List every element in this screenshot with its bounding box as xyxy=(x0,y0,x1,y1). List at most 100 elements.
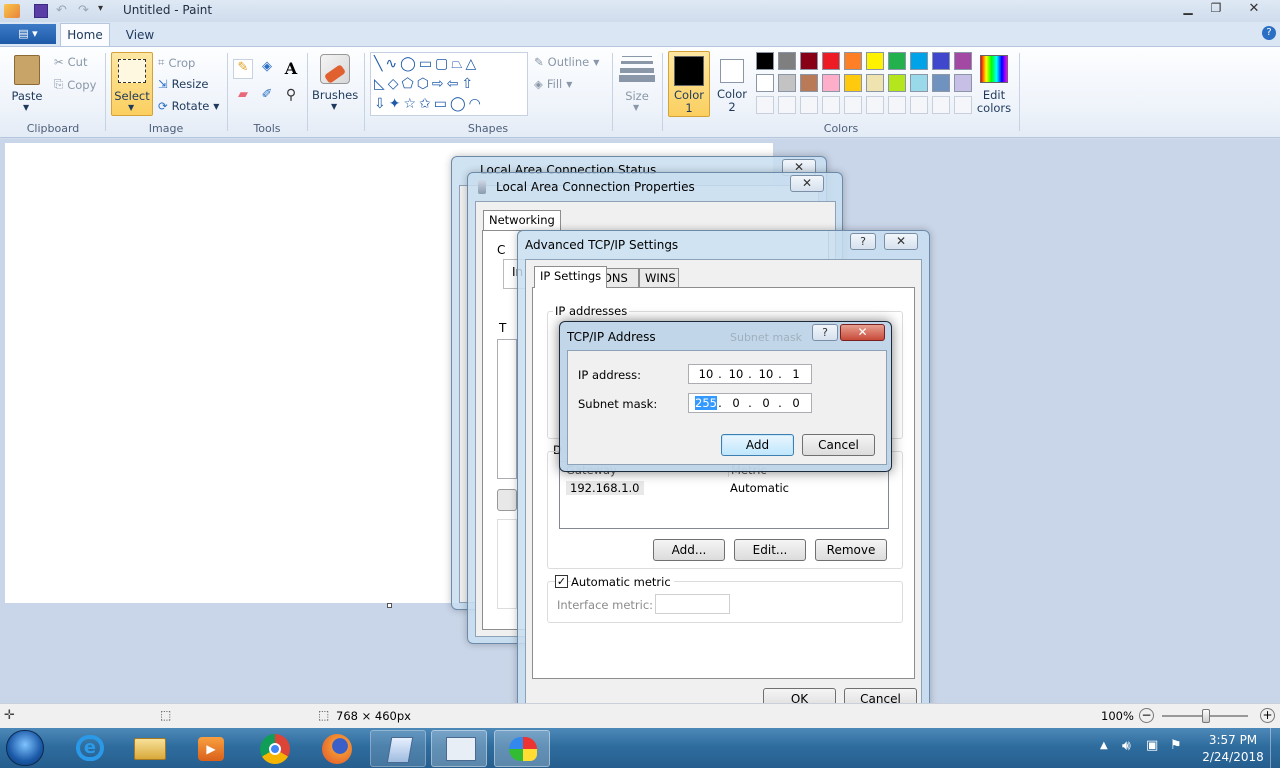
color-swatch[interactable] xyxy=(778,96,796,114)
advanced-help-button[interactable]: ? xyxy=(850,233,876,250)
color1-button[interactable]: Color 1 xyxy=(668,51,710,117)
firefox-icon[interactable] xyxy=(308,730,364,767)
color-swatch[interactable] xyxy=(954,52,972,70)
outline-button[interactable]: ✎ Outline ▼ xyxy=(534,55,599,69)
color-swatch[interactable] xyxy=(910,96,928,114)
color-swatch[interactable] xyxy=(822,96,840,114)
color-swatch[interactable] xyxy=(866,52,884,70)
paint-taskbar-icon[interactable] xyxy=(494,730,550,767)
show-desktop-button[interactable] xyxy=(1270,728,1280,768)
zoom-slider-thumb[interactable] xyxy=(1202,709,1210,723)
color-swatch[interactable] xyxy=(844,52,862,70)
color-swatch[interactable] xyxy=(800,74,818,92)
network-settings-taskbar-icon[interactable] xyxy=(431,730,487,767)
color2-button[interactable]: Color 2 xyxy=(712,51,752,117)
magnifier-icon[interactable]: ⚲ xyxy=(281,87,301,107)
table-row[interactable]: 192.168.1.0 Automatic xyxy=(562,479,886,497)
tab-wins[interactable]: WINS xyxy=(639,268,679,288)
color-swatch[interactable] xyxy=(866,74,884,92)
color-swatch[interactable] xyxy=(888,52,906,70)
help-icon[interactable]: ? xyxy=(1262,26,1276,40)
color-swatch[interactable] xyxy=(822,52,840,70)
color-swatch[interactable] xyxy=(932,52,950,70)
network-tray-icon[interactable]: ▣ xyxy=(1146,738,1158,753)
close-button[interactable]: ✕ xyxy=(1231,1,1277,19)
size-button[interactable]: Size ▼ xyxy=(618,53,656,115)
tcpip-help-button[interactable]: ? xyxy=(812,324,838,341)
tab-view[interactable]: View xyxy=(118,25,162,45)
show-hidden-icons[interactable]: ▲ xyxy=(1100,740,1108,751)
properties-close-button[interactable]: ✕ xyxy=(790,175,824,192)
tab-networking[interactable]: Networking xyxy=(483,210,561,231)
text-icon[interactable]: A xyxy=(281,59,301,79)
cut-button[interactable]: ✂ Cut xyxy=(54,55,87,69)
automatic-metric-checkbox[interactable]: ✓ xyxy=(555,575,568,588)
color-swatch[interactable] xyxy=(778,52,796,70)
edit-gateway-button[interactable]: Edit... xyxy=(734,539,806,561)
undo-icon[interactable]: ↶ xyxy=(56,3,67,18)
rotate-button[interactable]: ⟳ Rotate ▼ xyxy=(158,99,219,113)
color-swatch[interactable] xyxy=(756,74,774,92)
edit-colors-button[interactable]: Edit colors xyxy=(976,53,1012,115)
zoom-out-button[interactable]: − xyxy=(1139,708,1154,723)
shapes-gallery[interactable]: ╲∿◯▭▢⏢△ ◺◇⬠⬡⇨⇦⇧ ⇩✦☆✩▭◯◠ xyxy=(370,52,528,116)
tab-ip-settings[interactable]: IP Settings xyxy=(534,266,608,288)
interface-metric-field[interactable] xyxy=(655,594,730,614)
clock-time[interactable]: 3:57 PM xyxy=(1203,733,1263,747)
color-swatch[interactable] xyxy=(910,52,928,70)
color-picker-icon[interactable]: ✐ xyxy=(257,87,277,107)
color-swatch[interactable] xyxy=(778,74,796,92)
fill-button[interactable]: ◈ Fill ▼ xyxy=(534,77,572,91)
action-center-icon[interactable]: ⚑ xyxy=(1170,738,1182,753)
color-swatch[interactable] xyxy=(844,96,862,114)
remove-gateway-button[interactable]: Remove xyxy=(815,539,887,561)
color-swatch[interactable] xyxy=(888,96,906,114)
color-swatch[interactable] xyxy=(822,74,840,92)
file-explorer-icon[interactable] xyxy=(122,730,178,767)
notepad-taskbar-icon[interactable] xyxy=(370,730,426,767)
color-swatch[interactable] xyxy=(756,52,774,70)
crop-button[interactable]: ⌗ Crop xyxy=(158,55,195,70)
fill-bucket-icon[interactable]: ◈ xyxy=(257,59,277,79)
color-swatch[interactable] xyxy=(800,52,818,70)
pencil-icon[interactable]: ✎ xyxy=(233,59,253,79)
color-swatch[interactable] xyxy=(888,74,906,92)
clock-date[interactable]: 2/24/2018 xyxy=(1198,750,1268,764)
maximize-button[interactable]: ❐ xyxy=(1203,1,1229,19)
tcpip-cancel-button[interactable]: Cancel xyxy=(802,434,875,456)
volume-icon[interactable]: 🔊︎ xyxy=(1122,738,1131,754)
tab-home[interactable]: Home xyxy=(60,23,110,46)
zoom-in-button[interactable]: + xyxy=(1260,708,1275,723)
ip-address-field[interactable]: 10 . 10 . 10 . 1 xyxy=(688,364,812,384)
tcpip-close-button[interactable]: ✕ xyxy=(840,324,885,341)
tcpip-add-button[interactable]: Add xyxy=(721,434,794,456)
copy-button[interactable]: ⎘ Copy xyxy=(54,77,96,92)
brushes-button[interactable]: Brushes ▼ xyxy=(312,52,358,116)
advanced-close-button[interactable]: ✕ xyxy=(884,233,918,250)
file-menu-button[interactable]: ▤ ▾ xyxy=(0,24,56,44)
paint-app-icon[interactable] xyxy=(4,4,20,18)
color-swatch[interactable] xyxy=(954,96,972,114)
color-swatch[interactable] xyxy=(866,96,884,114)
color-swatch[interactable] xyxy=(800,96,818,114)
save-icon[interactable] xyxy=(34,4,48,18)
select-button[interactable]: Select ▼ xyxy=(111,52,153,116)
quick-access-dropdown-icon[interactable]: ▾ xyxy=(98,3,103,14)
minimize-button[interactable]: ▁ xyxy=(1175,1,1201,19)
color-swatch[interactable] xyxy=(932,96,950,114)
chrome-icon[interactable] xyxy=(246,730,302,767)
color-swatch[interactable] xyxy=(954,74,972,92)
color-swatch[interactable] xyxy=(756,96,774,114)
color-swatch[interactable] xyxy=(932,74,950,92)
canvas-resize-handle[interactable] xyxy=(387,603,392,608)
media-player-icon[interactable]: ▶ xyxy=(182,730,238,767)
redo-icon[interactable]: ↷ xyxy=(78,3,89,18)
color-swatch[interactable] xyxy=(844,74,862,92)
internet-explorer-icon[interactable]: e xyxy=(62,730,118,767)
subnet-mask-field[interactable]: 255 . 0 . 0 . 0 xyxy=(688,393,812,413)
add-gateway-button[interactable]: Add... xyxy=(653,539,725,561)
start-button[interactable] xyxy=(6,730,44,766)
resize-button[interactable]: ⇲ Resize xyxy=(158,77,209,91)
color-swatch[interactable] xyxy=(910,74,928,92)
paste-button[interactable]: Paste ▼ xyxy=(8,53,46,115)
